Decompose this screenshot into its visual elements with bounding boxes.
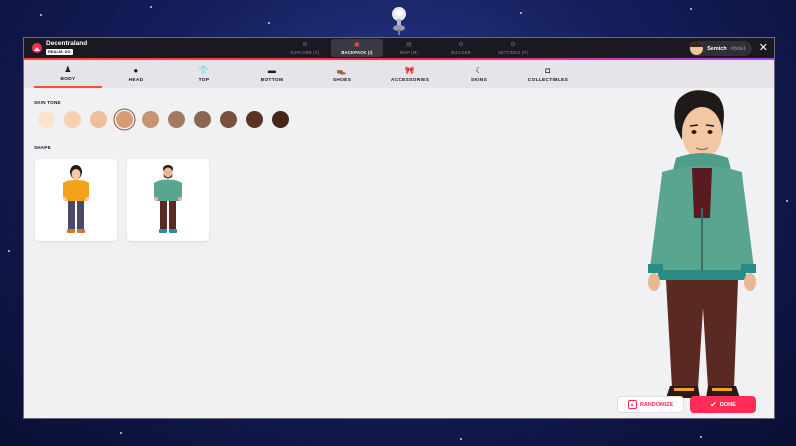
skin-tone-swatch[interactable] — [116, 111, 133, 128]
backpack-icon: ▣ — [354, 41, 360, 48]
collectibles-icon: ◘ — [545, 65, 551, 75]
nav-shortcut: (P) — [521, 49, 529, 55]
tab-head[interactable]: ● HEAD — [102, 60, 170, 88]
nav-explore[interactable]: ⊙ EXPLORE (X) — [279, 38, 331, 58]
nav-backpack[interactable]: ▣ BACKPACK (I) — [331, 39, 383, 57]
star — [786, 200, 788, 202]
nav-shortcut: (X) — [313, 49, 320, 55]
head-icon: ● — [133, 65, 139, 75]
skin-tone-swatch[interactable] — [90, 111, 107, 128]
shape-card-male[interactable] — [127, 159, 209, 241]
randomize-label: RANDOMIZE — [639, 401, 674, 408]
female-avatar-icon — [63, 165, 89, 233]
tab-collectibles[interactable]: ◘ COLLECTIBLES — [514, 60, 582, 88]
star — [520, 12, 522, 14]
user-name: Semich — [707, 45, 727, 52]
compass-icon: ⊙ — [302, 41, 308, 48]
tab-skins[interactable]: ☾ SKINS — [445, 60, 513, 88]
shape-label: SHAPE — [34, 145, 51, 150]
bow-icon: 🎀 — [404, 65, 416, 75]
star — [268, 22, 270, 24]
nav-label: BACKPACK — [341, 49, 367, 55]
nav-map[interactable]: ▤ MAP (M) — [383, 38, 435, 58]
tab-label: HEAD — [128, 77, 144, 83]
realm-badge: REALM: DG — [46, 48, 73, 55]
brand-name: Decentraland — [46, 40, 88, 47]
user-tag: #bda1 — [730, 45, 746, 52]
tab-label: BODY — [60, 76, 76, 82]
brand: Decentraland REALM: DG — [32, 40, 88, 55]
user-profile[interactable]: Semich #bda1 — [689, 41, 752, 56]
builder-icon: ⚙ — [458, 41, 464, 48]
skin-tone-swatches — [38, 111, 289, 128]
skin-icon: ☾ — [475, 65, 483, 75]
skin-tone-swatch[interactable] — [168, 111, 185, 128]
top-bar: Decentraland REALM: DG ⊙ EXPLORE (X) ▣ B… — [24, 38, 774, 60]
nav-shortcut: (M) — [411, 49, 419, 55]
tab-top[interactable]: 👕 TOP — [170, 60, 238, 88]
tab-label: COLLECTIBLES — [527, 77, 569, 83]
category-tabs: ♟ BODY ● HEAD 👕 TOP ▬ BOTTOM 👞 SHOES 🎀 A… — [24, 60, 774, 88]
skin-tone-label: SKIN TONE — [34, 100, 61, 105]
tab-label: SKINS — [470, 77, 488, 83]
avatar — [690, 42, 704, 55]
done-label: DONE — [719, 401, 736, 408]
skin-tone-swatch[interactable] — [272, 111, 289, 128]
pants-icon: ▬ — [267, 65, 277, 75]
nav-builder[interactable]: ⚙ BUILDER — [435, 38, 487, 58]
shirt-icon: 👕 — [198, 65, 210, 75]
close-icon[interactable]: ✕ — [759, 42, 768, 54]
avatar-preview[interactable] — [632, 88, 775, 400]
star — [40, 14, 42, 16]
main-nav: ⊙ EXPLORE (X) ▣ BACKPACK (I) ▤ MAP (M) ⚙… — [279, 38, 539, 58]
pin-icon — [392, 7, 406, 35]
male-avatar-icon — [154, 165, 182, 233]
tab-body[interactable]: ♟ BODY — [34, 60, 102, 88]
randomize-button[interactable]: RANDOMIZE — [617, 396, 684, 413]
nav-label: EXPLORE — [290, 49, 312, 55]
skin-tone-swatch[interactable] — [220, 111, 237, 128]
tab-label: BOTTOM — [260, 77, 284, 83]
star — [120, 432, 122, 434]
nav-label: MAP — [399, 49, 410, 55]
tab-label: SHOES — [332, 77, 352, 83]
decentraland-logo-icon — [32, 42, 42, 53]
nav-label: BUILDER — [450, 49, 471, 55]
skin-tone-swatch[interactable] — [64, 111, 81, 128]
tab-bottom[interactable]: ▬ BOTTOM — [238, 60, 306, 88]
backpack-window: Decentraland REALM: DG ⊙ EXPLORE (X) ▣ B… — [23, 37, 775, 419]
body-icon: ♟ — [64, 64, 72, 74]
tab-shoes[interactable]: 👞 SHOES — [308, 60, 376, 88]
star — [8, 250, 10, 252]
skin-tone-swatch[interactable] — [38, 111, 55, 128]
nav-label: SETTINGS — [497, 49, 521, 55]
star — [690, 8, 692, 10]
check-icon: ✔ — [710, 400, 717, 409]
skin-tone-swatch[interactable] — [142, 111, 159, 128]
star — [150, 6, 152, 8]
tab-accessories[interactable]: 🎀 ACCESSORIES — [376, 60, 444, 88]
nav-shortcut: (I) — [368, 49, 373, 55]
tab-label: ACCESSORIES — [390, 77, 430, 83]
skin-tone-swatch[interactable] — [194, 111, 211, 128]
done-button[interactable]: ✔ DONE — [690, 396, 756, 413]
dice-icon — [627, 400, 637, 409]
skin-tone-swatch[interactable] — [246, 111, 263, 128]
star — [460, 438, 462, 440]
star — [700, 436, 702, 438]
shape-options — [35, 159, 209, 241]
shape-card-female[interactable] — [35, 159, 117, 241]
tab-label: TOP — [198, 77, 210, 83]
nav-settings[interactable]: ⚙ SETTINGS (P) — [487, 38, 539, 58]
gear-icon: ⚙ — [510, 41, 516, 48]
map-icon: ▤ — [406, 41, 412, 48]
shoe-icon: 👞 — [336, 65, 348, 75]
